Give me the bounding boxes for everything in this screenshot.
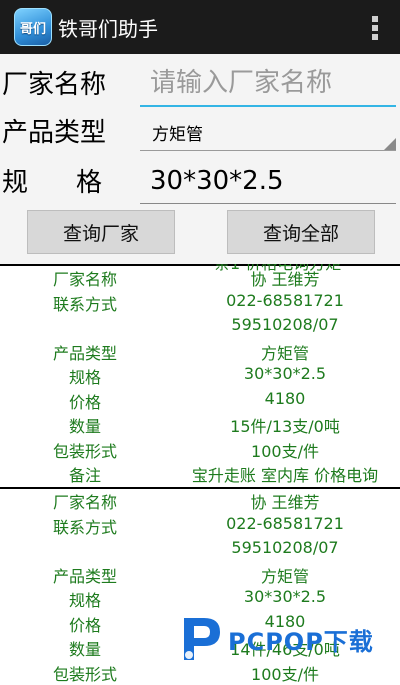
watermark-text: PCPOP下载: [228, 628, 374, 656]
result-field-value: 15件/13支/0吨: [230, 417, 340, 436]
result-field-label: 规格: [68, 591, 101, 610]
result-row: 规格 30*30*2.5: [0, 364, 400, 387]
result-row: 厂家名称 协 王维芳: [0, 489, 400, 512]
result-row: 联系方式 022-68581721: [0, 514, 400, 537]
spec-label: 规格: [2, 168, 151, 198]
result-field-value: 方矩管: [260, 566, 309, 586]
manufacturer-label: 厂家名称: [2, 70, 107, 100]
app-title: 铁哥们助手: [58, 17, 158, 41]
result-field-value: 022-68581721: [226, 513, 344, 533]
result-field-label: 厂家名称: [52, 270, 117, 289]
result-row: 联系方式 022-68581721: [0, 291, 400, 314]
result-row: 产品类型 方矩管: [0, 563, 400, 586]
result-field-value: 59510208/07: [231, 315, 339, 334]
pcpop-watermark: PCPOP下载: [178, 608, 398, 672]
result-field-label: 数量: [68, 417, 101, 436]
result-field-label: 价格: [68, 615, 101, 635]
result-field-label: 价格: [68, 392, 101, 412]
result-field-label: 产品类型: [52, 343, 117, 363]
manufacturer-input-underline: [140, 105, 396, 107]
result-field-label: 规格: [68, 368, 101, 387]
result-row: 备注 宝升走账 室内库 价格电询: [0, 462, 400, 485]
search-manufacturer-button[interactable]: 查询厂家: [27, 210, 175, 254]
result-field-label: 包装形式: [52, 441, 117, 461]
result-row: 规格 30*30*2.5: [0, 587, 400, 610]
app-icon-text: 哥们: [19, 21, 46, 37]
dropdown-triangle-icon[interactable]: [384, 138, 396, 150]
result-row: 59510208/07: [0, 315, 400, 338]
search-all-button[interactable]: 查询全部: [227, 210, 375, 254]
spec-field-wrap: [140, 158, 396, 204]
spec-input[interactable]: [140, 158, 396, 204]
result-row: 产品类型 方矩管: [0, 340, 400, 363]
result-field-label: 包装形式: [52, 664, 117, 684]
result-field-value: 宝升走账 室内库 价格电询: [191, 466, 379, 485]
result-row: 数量 15件/13支/0吨: [0, 413, 400, 436]
search-form: 厂家名称 产品类型 方矩管 规格 查询厂家 查询全部: [0, 54, 400, 264]
result-field-label: 联系方式: [52, 294, 117, 314]
result-field-value: 协 王维芳: [250, 270, 320, 289]
result-field-label: 数量: [68, 640, 101, 659]
result-field-value: 59510208/07: [231, 538, 339, 557]
result-row: 包装形式 100支/件: [0, 438, 400, 461]
result-field-value: 30*30*2.5: [243, 587, 327, 606]
result-field-value: 30*30*2.5: [243, 364, 327, 383]
result-row: 厂家名称 协 王维芳: [0, 266, 400, 289]
action-bar: 哥们 铁哥们助手: [0, 0, 400, 54]
product-type-value: 方矩管: [152, 124, 203, 145]
result-field-label: 产品类型: [52, 566, 117, 586]
result-field-label: 厂家名称: [52, 493, 117, 512]
result-field-value: 协 王维芳: [250, 493, 320, 512]
product-type-select[interactable]: 方矩管: [140, 114, 396, 150]
result-field-label: 备注: [68, 466, 101, 485]
spec-input-underline: [140, 203, 396, 204]
product-type-label: 产品类型: [2, 118, 107, 148]
result-field-value: 022-68581721: [226, 290, 344, 310]
result-row: 59510208/07: [0, 538, 400, 561]
manufacturer-field-wrap: [140, 60, 396, 106]
manufacturer-input[interactable]: [140, 60, 396, 106]
result-field-value: 100支/件: [251, 441, 319, 461]
result-field-value: 方矩管: [260, 343, 309, 363]
pcpop-logo-icon: [184, 618, 220, 660]
result-row: 价格 4180: [0, 389, 400, 412]
result-field-value: 4180: [264, 388, 306, 408]
overflow-menu-icon[interactable]: [372, 16, 378, 40]
result-field-label: 联系方式: [52, 517, 117, 537]
product-type-underline: [140, 150, 396, 151]
app-icon[interactable]: 哥们: [14, 8, 52, 46]
